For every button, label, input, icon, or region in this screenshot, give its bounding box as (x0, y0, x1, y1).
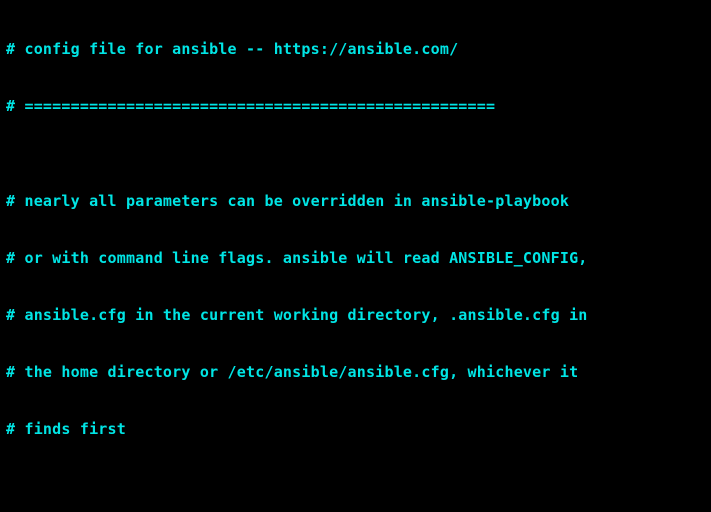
config-line: # finds first (6, 420, 705, 439)
config-line: # the home directory or /etc/ansible/ans… (6, 363, 705, 382)
config-line: # ======================================… (6, 97, 705, 116)
config-line: # or with command line flags. ansible wi… (6, 249, 705, 268)
terminal-view: # config file for ansible -- https://ans… (0, 0, 711, 512)
config-line: # ansible.cfg in the current working dir… (6, 306, 705, 325)
config-line: # nearly all parameters can be overridde… (6, 192, 705, 211)
config-line: # config file for ansible -- https://ans… (6, 40, 705, 59)
